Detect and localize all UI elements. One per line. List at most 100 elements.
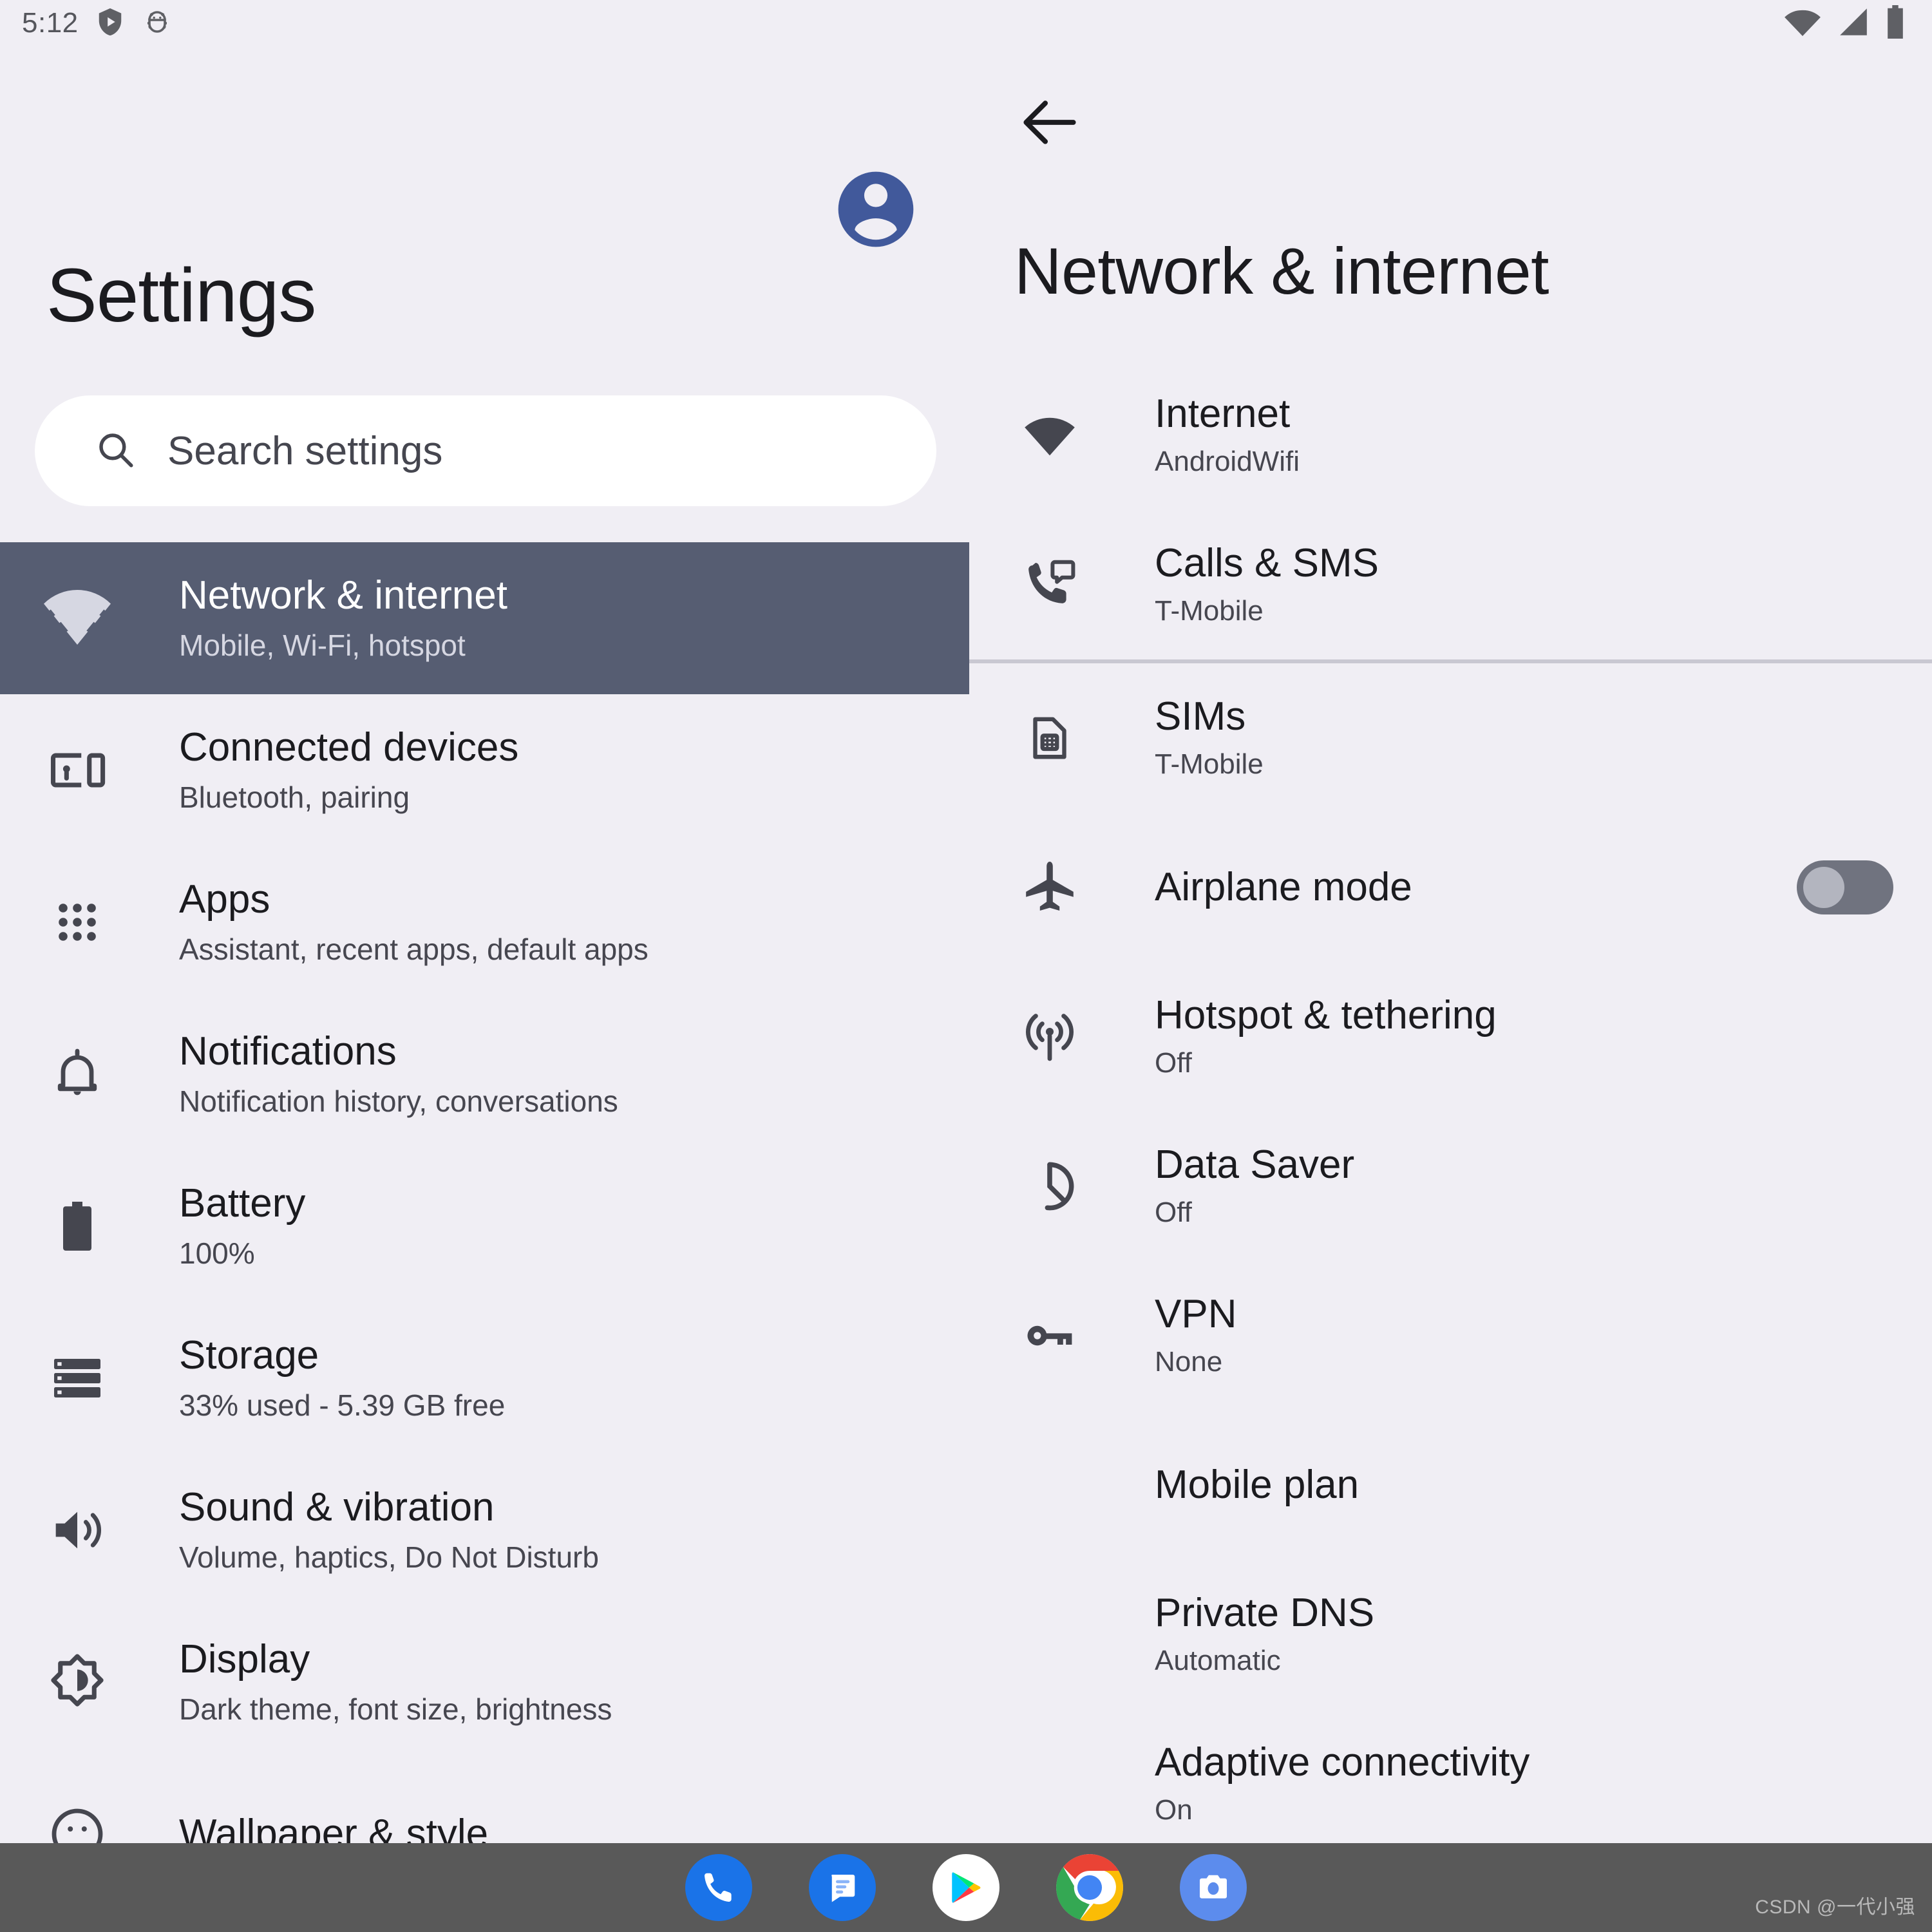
list-item-text: SIMs T-Mobile — [1155, 694, 1893, 782]
search-icon — [94, 428, 137, 474]
list-item-summary: T-Mobile — [1155, 595, 1264, 627]
list-item-label: Calls & SMS — [1155, 540, 1379, 585]
phone-app-icon[interactable] — [685, 1854, 752, 1921]
list-item-summary: On — [1155, 1794, 1193, 1826]
list-item-label: VPN — [1155, 1291, 1237, 1336]
list-item-text: Data Saver Off — [1155, 1142, 1893, 1230]
account-circle-icon — [838, 171, 914, 247]
storage-icon — [39, 1340, 116, 1417]
status-bar-left: 5:12 — [22, 6, 173, 41]
sidebar-item-text: Battery 100% — [179, 1181, 305, 1272]
battery-icon — [1884, 5, 1906, 42]
cellular-signal-icon — [1837, 6, 1870, 41]
list-item-summary: Off — [1155, 1047, 1192, 1079]
list-item-label: SIMs — [1155, 694, 1246, 739]
sidebar-item-summary: Bluetooth, pairing — [179, 781, 410, 815]
list-item-label: Internet — [1155, 391, 1291, 436]
sidebar-item-summary: 100% — [179, 1236, 255, 1271]
camera-app-icon[interactable] — [1180, 1854, 1247, 1921]
sidebar-item-text: Notifications Notification history, conv… — [179, 1029, 618, 1120]
app-dock: CSDN @一代小强 — [0, 1843, 1932, 1932]
messages-app-icon[interactable] — [809, 1854, 876, 1921]
list-item-text: Hotspot & tethering Off — [1155, 993, 1893, 1081]
list-item-mobile-plan[interactable]: Mobile plan — [969, 1410, 1932, 1560]
sidebar-item-label: Sound & vibration — [179, 1484, 495, 1530]
apps-grid-icon — [39, 884, 116, 961]
wifi-icon — [1783, 6, 1823, 41]
back-button[interactable] — [1014, 87, 1085, 158]
sidebar-item-display[interactable]: Display Dark theme, font size, brightnes… — [0, 1606, 969, 1758]
list-item-label: Private DNS — [1155, 1590, 1375, 1635]
list-item-private-dns[interactable]: Private DNS Automatic — [969, 1560, 1932, 1709]
avatar[interactable] — [831, 164, 921, 254]
status-bar: 5:12 — [0, 0, 1932, 46]
android-debug-bug-icon — [142, 6, 173, 41]
sidebar-item-label: Notifications — [179, 1028, 397, 1074]
sidebar-item-storage[interactable]: Storage 33% used - 5.39 GB free — [0, 1302, 969, 1454]
wifi-icon — [39, 580, 116, 657]
detail-page-title: Network & internet — [1014, 234, 1549, 308]
calls-sms-icon — [1014, 549, 1085, 620]
status-bar-clock: 5:12 — [22, 7, 79, 39]
list-item-vpn[interactable]: VPN None — [969, 1261, 1932, 1410]
sidebar-item-text: Apps Assistant, recent apps, default app… — [179, 877, 649, 968]
sidebar-item-notifications[interactable]: Notifications Notification history, conv… — [0, 998, 969, 1150]
sim-card-icon — [1014, 703, 1085, 773]
bell-icon — [39, 1036, 116, 1113]
sidebar-item-text: Display Dark theme, font size, brightnes… — [179, 1637, 612, 1728]
play-store-app-icon[interactable] — [933, 1854, 999, 1921]
play-protect-shield-icon — [95, 6, 125, 41]
hotspot-icon — [1014, 1001, 1085, 1072]
status-bar-right — [1783, 5, 1906, 42]
list-item-summary: Automatic — [1155, 1645, 1281, 1677]
vpn-key-icon — [1014, 1300, 1085, 1371]
sidebar-item-battery[interactable]: Battery 100% — [0, 1150, 969, 1302]
watermark: CSDN @一代小强 — [1755, 1897, 1915, 1918]
sidebar-item-text: Storage 33% used - 5.39 GB free — [179, 1333, 505, 1424]
list-item-internet[interactable]: Internet AndroidWifi — [969, 361, 1932, 510]
sidebar-item-sound-vibration[interactable]: Sound & vibration Volume, haptics, Do No… — [0, 1454, 969, 1606]
sidebar-item-apps[interactable]: Apps Assistant, recent apps, default app… — [0, 846, 969, 998]
sidebar-item-label: Display — [179, 1636, 310, 1681]
sidebar-item-label: Network & internet — [179, 573, 507, 618]
list-item-text: Calls & SMS T-Mobile — [1155, 541, 1893, 629]
back-arrow-icon — [1023, 100, 1076, 144]
list-item-calls-sms[interactable]: Calls & SMS T-Mobile — [969, 510, 1932, 659]
network-settings-list: Internet AndroidWifi Calls & SMS T-Mobil… — [969, 361, 1932, 1859]
page-title: Settings — [46, 253, 316, 338]
list-item-airplane-mode[interactable]: Airplane mode — [969, 813, 1932, 962]
search-input[interactable]: Search settings — [167, 428, 442, 474]
android-settings-screen: 5:12 Settings Search settings Network & … — [0, 0, 1932, 1932]
sidebar-item-network-internet[interactable]: Network & internet Mobile, Wi-Fi, hotspo… — [0, 542, 969, 694]
sidebar-item-text: Connected devices Bluetooth, pairing — [179, 725, 518, 816]
airplane-mode-toggle[interactable] — [1797, 860, 1893, 914]
list-item-text: VPN None — [1155, 1292, 1893, 1379]
list-item-label: Hotspot & tethering — [1155, 992, 1497, 1037]
list-item-text: Internet AndroidWifi — [1155, 392, 1893, 479]
list-item-adaptive-connectivity[interactable]: Adaptive connectivity On — [969, 1709, 1932, 1859]
list-item-sims[interactable]: SIMs T-Mobile — [969, 663, 1932, 813]
list-item-text: Private DNS Automatic — [1155, 1591, 1893, 1678]
toggle-knob — [1803, 867, 1844, 908]
sidebar-item-connected-devices[interactable]: Connected devices Bluetooth, pairing — [0, 694, 969, 846]
list-item-text: Adaptive connectivity On — [1155, 1740, 1893, 1828]
list-item-summary: None — [1155, 1346, 1223, 1378]
list-item-summary: AndroidWifi — [1155, 446, 1300, 478]
sidebar-item-summary: Mobile, Wi-Fi, hotspot — [179, 629, 466, 663]
data-saver-icon — [1014, 1151, 1085, 1222]
sidebar-item-summary: Dark theme, font size, brightness — [179, 1692, 612, 1727]
sidebar-item-text: Sound & vibration Volume, haptics, Do No… — [179, 1485, 599, 1576]
list-item-data-saver[interactable]: Data Saver Off — [969, 1112, 1932, 1261]
list-item-label: Adaptive connectivity — [1155, 1739, 1530, 1785]
sidebar-item-label: Connected devices — [179, 724, 519, 770]
list-item-summary: Off — [1155, 1197, 1192, 1229]
chrome-app-icon[interactable] — [1056, 1854, 1123, 1921]
brightness-icon — [39, 1643, 116, 1721]
sidebar-item-summary: Assistant, recent apps, default apps — [179, 933, 649, 967]
list-item-text: Mobile plan — [1155, 1463, 1893, 1507]
sidebar-item-label: Battery — [179, 1180, 306, 1226]
list-item-hotspot-tethering[interactable]: Hotspot & tethering Off — [969, 962, 1932, 1112]
search-bar[interactable]: Search settings — [35, 395, 936, 506]
sidebar-item-label: Apps — [179, 876, 270, 922]
sidebar-item-summary: Volume, haptics, Do Not Disturb — [179, 1540, 599, 1575]
